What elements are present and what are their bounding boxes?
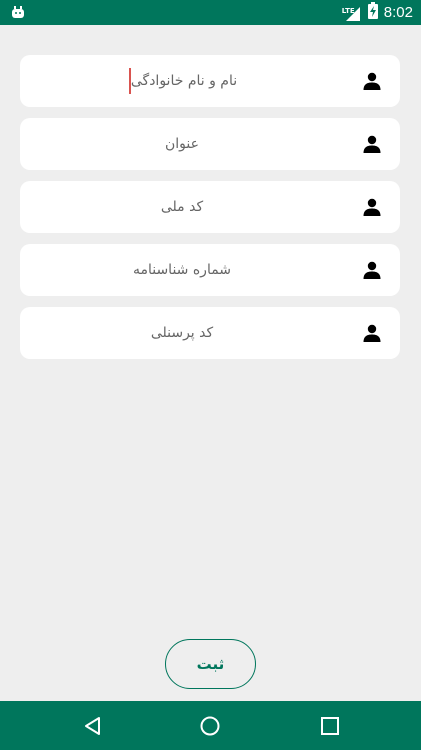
person-icon xyxy=(362,134,382,154)
personnel-code-placeholder: کد پرسنلی xyxy=(150,325,214,341)
personnel-code-field[interactable]: کد پرسنلی xyxy=(20,307,400,359)
title-placeholder: عنوان xyxy=(165,136,199,152)
title-input[interactable]: عنوان xyxy=(20,118,344,170)
person-icon xyxy=(362,323,382,343)
back-triangle-icon[interactable] xyxy=(81,714,105,738)
home-circle-icon[interactable] xyxy=(198,714,222,738)
text-cursor xyxy=(128,68,131,94)
battery-charging-icon xyxy=(367,2,378,23)
status-icons: LTE 8:02 xyxy=(342,0,413,25)
android-notification-icon xyxy=(10,4,26,20)
full-name-input[interactable]: نام و نام خانوادگی xyxy=(20,55,344,107)
person-icon xyxy=(362,71,382,91)
title-field[interactable]: عنوان xyxy=(20,118,400,170)
person-icon xyxy=(362,260,382,280)
recents-square-icon[interactable] xyxy=(318,714,342,738)
national-code-field[interactable]: کد ملی xyxy=(20,181,400,233)
status-time: 8:02 xyxy=(383,4,413,21)
national-code-placeholder: کد ملی xyxy=(160,199,204,215)
id-number-placeholder: شماره شناسنامه xyxy=(132,262,232,278)
national-code-input[interactable]: کد ملی xyxy=(20,181,344,233)
person-icon xyxy=(362,197,382,217)
signal-icon: LTE xyxy=(342,4,362,22)
status-bar: LTE 8:02 xyxy=(0,0,421,25)
personnel-code-input[interactable]: کد پرسنلی xyxy=(20,307,344,359)
navigation-bar xyxy=(0,701,421,750)
id-number-input[interactable]: شماره شناسنامه xyxy=(20,244,344,296)
full-name-placeholder: نام و نام خانوادگی xyxy=(130,73,238,89)
submit-button[interactable]: ثبت xyxy=(165,639,256,689)
id-number-field[interactable]: شماره شناسنامه xyxy=(20,244,400,296)
full-name-field[interactable]: نام و نام خانوادگی xyxy=(20,55,400,107)
